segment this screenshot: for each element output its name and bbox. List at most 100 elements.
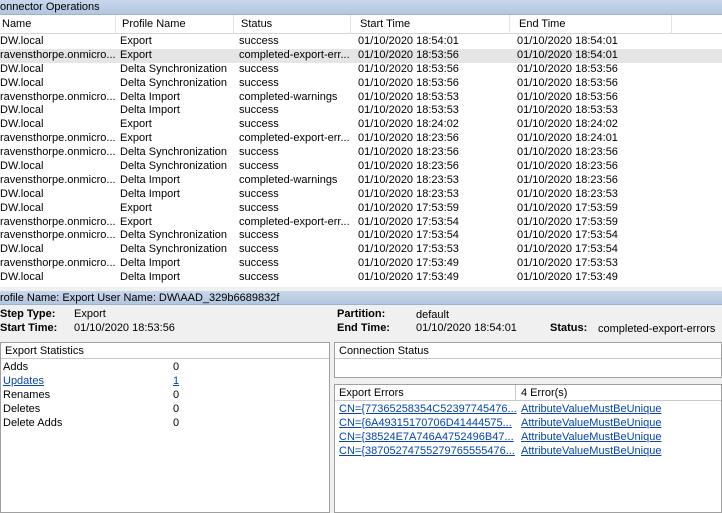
error-dn-link[interactable]: CN={38524E7A746A4752496B47... bbox=[339, 431, 514, 445]
cell-end-time: 01/10/2020 18:53:56 bbox=[517, 76, 618, 89]
cell-name: ravensthorpe.onmicro... bbox=[0, 90, 116, 103]
cell-name: DW.local bbox=[0, 62, 44, 75]
export-statistics-panel: Export Statistics Adds 0 Updates 1 Renames 0 D… bbox=[0, 342, 330, 513]
error-dn-link[interactable]: CN={38705274755279765555476... bbox=[339, 445, 515, 459]
end-time-label: End Time: bbox=[337, 322, 390, 334]
table-row[interactable]: DW.local Delta Synchronization success 01/1… bbox=[0, 243, 722, 257]
cell-end-time: 01/10/2020 17:53:59 bbox=[517, 201, 618, 214]
grid-header: Name Profile Name Status Start Time End … bbox=[0, 15, 722, 34]
table-row[interactable]: ravensthorpe.onmicro... Delta Import succe… bbox=[0, 257, 722, 271]
table-row[interactable]: DW.local Delta Synchronization success 01/1… bbox=[0, 160, 722, 174]
cell-name: DW.local bbox=[0, 201, 44, 214]
table-row[interactable]: ravensthorpe.onmicro... Export completed-e… bbox=[0, 48, 722, 63]
table-row[interactable]: DW.local Delta Import success 01/10/2020 18… bbox=[0, 188, 722, 202]
table-row[interactable]: DW.local Delta Import success 01/10/2020 17… bbox=[0, 271, 722, 285]
partition-label: Partition: bbox=[337, 308, 386, 320]
cell-start-time: 01/10/2020 18:23:53 bbox=[358, 173, 459, 186]
table-row[interactable]: DW.local Delta Synchronization success 01/1… bbox=[0, 63, 722, 77]
cell-status: completed-export-err... bbox=[239, 215, 350, 228]
cell-end-time: 01/10/2020 17:53:54 bbox=[517, 229, 618, 242]
stat-label-renames: Renames bbox=[3, 388, 51, 401]
cell-end-time: 01/10/2020 18:53:53 bbox=[517, 104, 618, 117]
table-row[interactable]: DW.local Export success 01/10/2020 17:53:59… bbox=[0, 202, 722, 216]
stat-label-adds: Adds bbox=[3, 361, 29, 373]
error-type-link[interactable]: AttributeValueMustBeUnique bbox=[521, 445, 661, 459]
start-time-value: 01/10/2020 18:53:56 bbox=[74, 322, 175, 334]
cell-profile-name: Delta Synchronization bbox=[120, 160, 228, 173]
column-header-end-time[interactable]: End Time bbox=[517, 15, 672, 34]
cell-start-time: 01/10/2020 18:53:53 bbox=[358, 104, 459, 117]
export-errors-header: Export Errors 4 Error(s) bbox=[335, 385, 721, 401]
table-row[interactable]: ravensthorpe.onmicro... Delta Import compl… bbox=[0, 91, 722, 105]
cell-start-time: 01/10/2020 17:53:54 bbox=[358, 229, 459, 242]
stat-label-delete-adds: Delete Adds bbox=[3, 416, 63, 429]
cell-name: ravensthorpe.onmicro... bbox=[0, 48, 116, 61]
column-header-name[interactable]: Name bbox=[0, 15, 116, 34]
error-dn-link[interactable]: CN={6A49315170706D41444575... bbox=[339, 417, 512, 431]
table-row[interactable]: DW.local Export success 01/10/2020 18:24:02… bbox=[0, 118, 722, 132]
connection-status-header[interactable]: Connection Status bbox=[335, 343, 721, 359]
error-dn-link[interactable]: CN={77365258354C52397745476... bbox=[339, 403, 517, 417]
stat-value-deletes: 0 bbox=[173, 402, 180, 415]
stat-value-adds: 0 bbox=[173, 361, 180, 373]
column-header-status[interactable]: Status bbox=[239, 15, 351, 34]
cell-start-time: 01/10/2020 18:53:56 bbox=[358, 76, 459, 89]
connector-operations-title: onnector Operations bbox=[0, 0, 722, 15]
cell-start-time: 01/10/2020 18:53:53 bbox=[358, 90, 459, 103]
stat-value-updates[interactable]: 1 bbox=[173, 375, 179, 389]
cell-status: completed-warnings bbox=[239, 90, 338, 103]
cell-start-time: 01/10/2020 17:53:49 bbox=[358, 257, 459, 270]
table-row[interactable]: ravensthorpe.onmicro... Delta Synchroniza… bbox=[0, 146, 722, 160]
table-row[interactable]: DW.local Delta Import success 01/10/2020 18… bbox=[0, 104, 722, 118]
table-row[interactable]: DW.local Export success 01/10/2020 18:54:01… bbox=[0, 35, 722, 49]
cell-end-time: 01/10/2020 18:23:56 bbox=[517, 146, 618, 159]
export-errors-column-header[interactable]: Export Errors bbox=[339, 387, 404, 399]
cell-start-time: 01/10/2020 18:53:56 bbox=[358, 48, 459, 61]
stat-label-updates[interactable]: Updates bbox=[3, 375, 44, 389]
stat-value-renames: 0 bbox=[173, 388, 180, 401]
cell-profile-name: Delta Import bbox=[120, 271, 180, 284]
cell-profile-name: Export bbox=[120, 201, 152, 214]
cell-profile-name: Delta Synchronization bbox=[120, 229, 228, 242]
cell-start-time: 01/10/2020 17:53:49 bbox=[358, 271, 459, 284]
cell-status: success bbox=[239, 229, 279, 242]
cell-status: completed-export-err... bbox=[239, 48, 350, 61]
cell-profile-name: Delta Import bbox=[120, 257, 180, 270]
cell-start-time: 01/10/2020 17:53:54 bbox=[358, 215, 459, 228]
cell-status: success bbox=[239, 271, 279, 284]
table-row[interactable]: ravensthorpe.onmicro... Delta Synchroniza… bbox=[0, 229, 722, 243]
table-row[interactable]: ravensthorpe.onmicro... Export completed-e… bbox=[0, 216, 722, 230]
column-header-profile-name[interactable]: Profile Name bbox=[120, 15, 234, 34]
export-errors-panel: Export Errors 4 Error(s) CN={77365258354… bbox=[334, 384, 722, 513]
export-statistics-header[interactable]: Export Statistics bbox=[1, 343, 329, 359]
connection-status-panel: Connection Status bbox=[334, 342, 722, 378]
column-header-start-time[interactable]: Start Time bbox=[358, 15, 510, 34]
profile-info-bar: rofile Name: Export User Name: DW\AAD_32… bbox=[0, 291, 722, 305]
table-row[interactable]: ravensthorpe.onmicro... Export completed-e… bbox=[0, 132, 722, 146]
cell-profile-name: Delta Synchronization bbox=[120, 62, 228, 75]
status-value: completed-export-errors bbox=[598, 323, 716, 335]
cell-name: DW.local bbox=[0, 104, 44, 117]
cell-profile-name: Delta Synchronization bbox=[120, 146, 228, 159]
stat-label-deletes: Deletes bbox=[3, 402, 41, 415]
cell-end-time: 01/10/2020 18:24:01 bbox=[517, 132, 618, 145]
cell-status: success bbox=[239, 201, 279, 214]
operations-grid[interactable]: Name Profile Name Status Start Time End … bbox=[0, 15, 722, 287]
cell-name: ravensthorpe.onmicro... bbox=[0, 257, 116, 270]
error-count[interactable]: 4 Error(s) bbox=[521, 385, 567, 401]
cell-profile-name: Delta Import bbox=[120, 187, 180, 200]
cell-status: success bbox=[239, 35, 279, 47]
cell-status: success bbox=[239, 187, 279, 200]
error-type-link[interactable]: AttributeValueMustBeUnique bbox=[521, 417, 661, 431]
error-type-link[interactable]: AttributeValueMustBeUnique bbox=[521, 431, 661, 445]
cell-end-time: 01/10/2020 18:54:01 bbox=[517, 48, 618, 61]
cell-end-time: 01/10/2020 18:24:02 bbox=[517, 118, 618, 131]
error-type-link[interactable]: AttributeValueMustBeUnique bbox=[521, 403, 661, 417]
cell-end-time: 01/10/2020 18:23:53 bbox=[517, 187, 618, 200]
cell-end-time: 01/10/2020 18:23:56 bbox=[517, 160, 618, 173]
stat-value-delete-adds: 0 bbox=[173, 416, 180, 429]
cell-profile-name: Export bbox=[120, 215, 152, 228]
table-row[interactable]: DW.local Delta Synchronization success 01/1… bbox=[0, 77, 722, 91]
cell-status: success bbox=[239, 243, 279, 256]
table-row[interactable]: ravensthorpe.onmicro... Delta Import compl… bbox=[0, 174, 722, 188]
